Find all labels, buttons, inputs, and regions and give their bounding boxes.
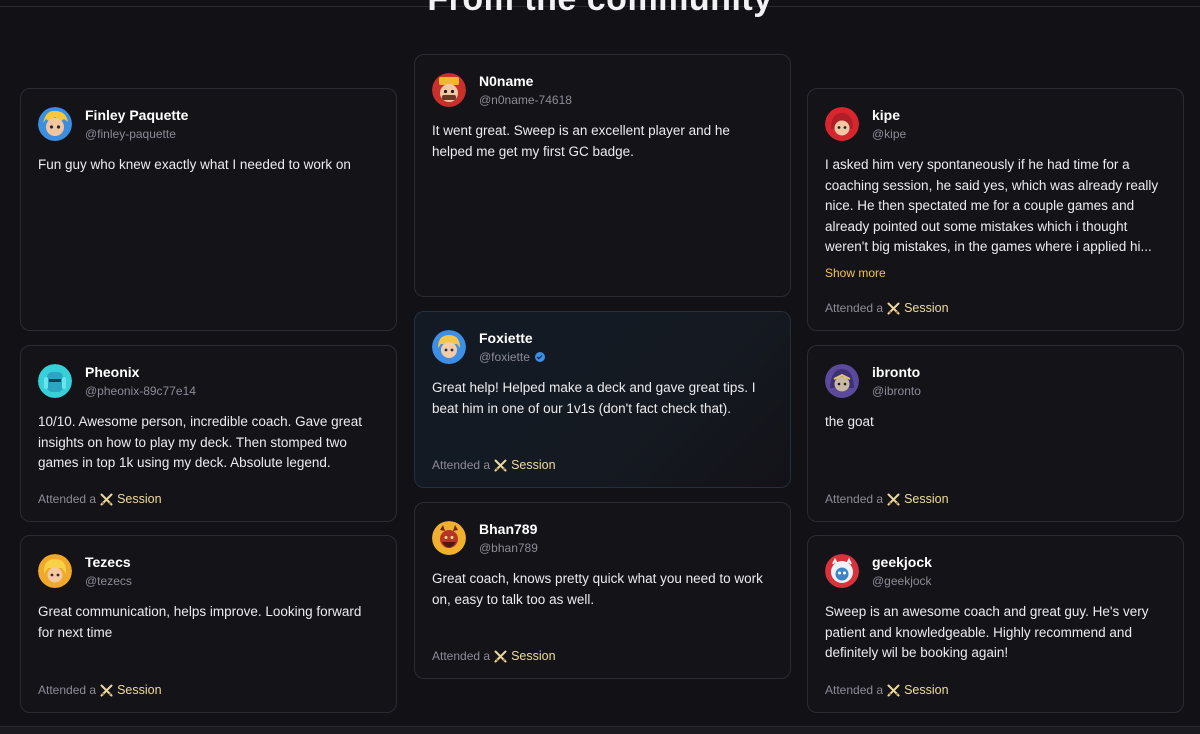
review-text: Great communication, helps improve. Look… — [38, 604, 362, 640]
crossed-swords-icon — [494, 459, 507, 471]
reviewer-name[interactable]: Bhan789 — [479, 520, 538, 538]
review-card: N0name @n0name-74618 It went great. Swee… — [414, 54, 791, 297]
avatar[interactable] — [38, 107, 72, 141]
attended-session: Attended a Session — [432, 458, 556, 472]
review-card: Bhan789 @bhan789 Great coach, knows pret… — [414, 502, 791, 679]
attended-label: Attended a — [825, 301, 884, 315]
review-text: Great coach, knows pretty quick what you… — [432, 571, 763, 607]
attended-session: Attended a Session — [825, 301, 949, 315]
reviewer-handle[interactable]: @kipe — [872, 126, 906, 142]
crossed-swords-icon — [887, 684, 900, 696]
reviewer-name[interactable]: geekjock — [872, 553, 932, 571]
attended-session: Attended a Session — [825, 683, 949, 697]
review-text: the goat — [825, 414, 874, 429]
reviewer-name[interactable]: Pheonix — [85, 363, 196, 381]
review-text: Great help! Helped make a deck and gave … — [432, 380, 756, 416]
review-card: kipe @kipe I asked him very spontaneousl… — [807, 88, 1184, 331]
reviewer-name[interactable]: Foxiette — [479, 329, 545, 347]
avatar[interactable] — [432, 521, 466, 555]
reviewer-handle[interactable]: @geekjock — [872, 573, 932, 589]
reviewer-handle[interactable]: @foxiette — [479, 349, 545, 365]
reviewer-name[interactable]: N0name — [479, 72, 572, 90]
crossed-swords-icon — [100, 493, 113, 505]
reviewer-handle[interactable]: @bhan789 — [479, 540, 538, 556]
review-card: Finley Paquette @finley-paquette Fun guy… — [20, 88, 397, 331]
session-label: Session — [904, 301, 949, 315]
review-card: Tezecs @tezecs Great communication, help… — [20, 535, 397, 713]
session-label: Session — [904, 492, 949, 506]
review-card: geekjock @geekjock Sweep is an awesome c… — [807, 535, 1184, 713]
review-text: Sweep is an awesome coach and great guy.… — [825, 604, 1149, 660]
review-card: Pheonix @pheonix-89c77e14 10/10. Awesome… — [20, 345, 397, 522]
attended-label: Attended a — [825, 683, 884, 697]
crossed-swords-icon — [887, 302, 900, 314]
session-label: Session — [904, 683, 949, 697]
handle-text: @foxiette — [479, 350, 530, 364]
session-label: Session — [117, 683, 162, 697]
review-card: Foxiette @foxiette Great help! Helped ma… — [414, 311, 791, 488]
session-label: Session — [511, 458, 556, 472]
attended-session: Attended a Session — [38, 492, 162, 506]
verified-badge-icon — [534, 352, 545, 362]
attended-session: Attended a Session — [825, 492, 949, 506]
reviewer-handle[interactable]: @ibronto — [872, 383, 921, 399]
crossed-swords-icon — [887, 493, 900, 505]
attended-label: Attended a — [432, 649, 491, 663]
avatar[interactable] — [38, 554, 72, 588]
crossed-swords-icon — [100, 684, 113, 696]
avatar[interactable] — [825, 364, 859, 398]
attended-label: Attended a — [38, 683, 97, 697]
avatar[interactable] — [432, 330, 466, 364]
reviewer-name[interactable]: ibronto — [872, 363, 921, 381]
review-text: I asked him very spontaneously if he had… — [825, 157, 1159, 254]
reviewer-name[interactable]: Finley Paquette — [85, 106, 188, 124]
reviewer-handle[interactable]: @finley-paquette — [85, 126, 188, 142]
attended-session: Attended a Session — [432, 649, 556, 663]
reviewer-handle[interactable]: @pheonix-89c77e14 — [85, 383, 196, 399]
attended-label: Attended a — [38, 492, 97, 506]
session-label: Session — [117, 492, 162, 506]
avatar[interactable] — [432, 73, 466, 107]
avatar[interactable] — [825, 107, 859, 141]
review-text: It went great. Sweep is an excellent pla… — [432, 123, 730, 159]
review-text: Fun guy who knew exactly what I needed t… — [38, 157, 351, 172]
reviewer-handle[interactable]: @n0name-74618 — [479, 92, 572, 108]
attended-label: Attended a — [432, 458, 491, 472]
avatar[interactable] — [38, 364, 72, 398]
reviewer-name[interactable]: Tezecs — [85, 553, 132, 571]
reviewer-handle[interactable]: @tezecs — [85, 573, 132, 589]
section-title: From the community — [0, 0, 1200, 19]
attended-session: Attended a Session — [38, 683, 162, 697]
crossed-swords-icon — [494, 650, 507, 662]
show-more-link[interactable]: Show more — [825, 266, 886, 280]
attended-label: Attended a — [825, 492, 884, 506]
bottom-divider — [0, 726, 1200, 734]
review-text: 10/10. Awesome person, incredible coach.… — [38, 414, 362, 470]
session-label: Session — [511, 649, 556, 663]
avatar[interactable] — [825, 554, 859, 588]
review-card: ibronto @ibronto the goat Attended a Ses… — [807, 345, 1184, 522]
reviewer-name[interactable]: kipe — [872, 106, 906, 124]
